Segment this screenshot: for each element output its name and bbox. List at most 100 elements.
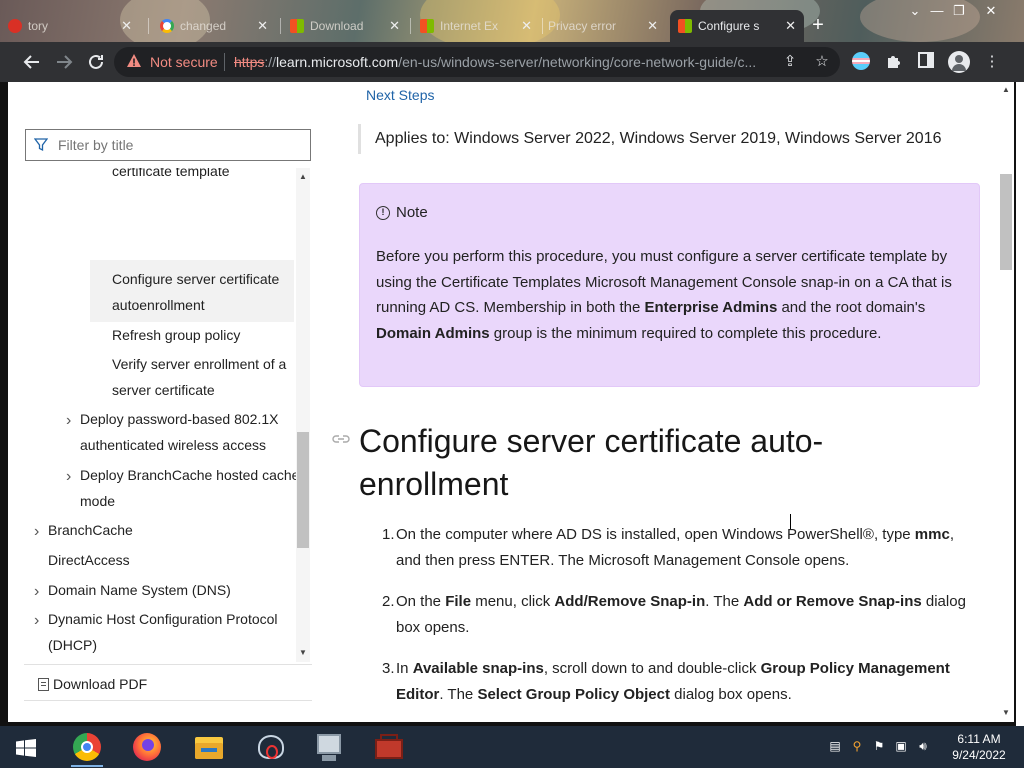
toolbox-app-icon[interactable] <box>372 731 406 763</box>
step-bold: Select Group Policy Object <box>477 686 670 703</box>
tab-close-icon[interactable]: ✕ <box>647 18 658 34</box>
toc-item[interactable]: autoenrollment <box>112 292 205 318</box>
page-scrollbar[interactable]: ▲ ▼ <box>998 82 1014 722</box>
browser-tab[interactable]: changed ✕ <box>152 10 276 42</box>
next-steps-link[interactable]: Next Steps <box>366 87 434 103</box>
filter-input[interactable] <box>58 136 298 154</box>
back-button[interactable] <box>20 50 44 74</box>
note-body: Before you perform this procedure, you m… <box>376 244 966 346</box>
heading-link-icon[interactable] <box>332 433 350 445</box>
toc-item[interactable]: Domain Name System (DNS) <box>48 577 231 603</box>
tab-close-icon[interactable]: ✕ <box>121 18 132 34</box>
minimize-button[interactable]: — <box>926 2 948 20</box>
microsoft-logo-icon <box>290 19 304 33</box>
document-icon <box>38 677 49 691</box>
bookmark-star-icon[interactable]: ☆ <box>812 52 832 72</box>
device-icon[interactable]: ▤ <box>828 738 842 754</box>
toc-item[interactable]: Verify server enrollment of a <box>112 351 286 377</box>
step-text: . The <box>705 593 744 610</box>
scroll-up-arrow-icon[interactable]: ▲ <box>298 172 308 181</box>
download-pdf-link[interactable]: Download PDF <box>38 676 147 692</box>
toc-filter[interactable] <box>25 129 311 161</box>
list-item: 2. On the File menu, click Add/Remove Sn… <box>358 589 978 641</box>
scroll-up-arrow-icon[interactable]: ▲ <box>1001 85 1011 94</box>
note-bold: Domain Admins <box>376 324 490 342</box>
url-text[interactable]: https://learn.microsoft.com/en-us/window… <box>234 54 774 70</box>
tab-close-icon[interactable]: ✕ <box>389 18 400 34</box>
toc-item[interactable]: Deploy password-based 802.1X <box>80 406 278 432</box>
share-icon[interactable]: ⇪ <box>780 52 800 72</box>
url-host: learn.microsoft.com <box>276 54 399 70</box>
close-window-button[interactable]: ✕ <box>980 2 1002 20</box>
page-scrollbar-thumb[interactable] <box>1000 174 1012 270</box>
forward-button[interactable] <box>52 50 76 74</box>
tab-title: changed <box>180 19 227 33</box>
chevron-right-icon[interactable]: › <box>66 412 71 430</box>
chevron-right-icon[interactable]: › <box>34 583 39 601</box>
menu-kebab-icon[interactable]: ⋮ <box>982 52 1002 72</box>
chevron-right-icon[interactable]: › <box>34 612 39 630</box>
step-number: 3. <box>382 660 395 677</box>
snipping-tool-app-icon[interactable] <box>254 731 288 763</box>
reload-button[interactable] <box>84 50 108 74</box>
toc-item[interactable]: Dynamic Host Configuration Protocol <box>48 606 278 632</box>
download-pdf-label: Download PDF <box>53 676 148 692</box>
tab-search-icon[interactable]: ⌄ <box>904 2 926 20</box>
toc-scrollbar[interactable]: ▲ ▼ <box>296 168 310 662</box>
note-header: ! Note <box>376 204 428 221</box>
toc-item[interactable]: authenticated wireless access <box>80 432 266 458</box>
toc-item[interactable]: mode <box>80 488 115 514</box>
toc-item[interactable]: Deploy BranchCache hosted cache <box>80 462 299 488</box>
extension-flag-icon[interactable] <box>852 52 872 72</box>
windows-start-icon[interactable] <box>16 739 36 757</box>
scroll-down-arrow-icon[interactable]: ▼ <box>1001 708 1011 717</box>
toc-item[interactable]: Configure server certificate <box>112 266 279 292</box>
toc-item[interactable]: server certificate <box>112 377 215 403</box>
firefox-app-icon[interactable] <box>130 731 164 763</box>
file-explorer-app-icon[interactable] <box>192 731 226 763</box>
browser-tab[interactable]: Download ✕ <box>282 10 408 42</box>
chrome-app-icon[interactable] <box>70 731 104 767</box>
warning-icon[interactable] <box>126 53 142 69</box>
extensions-puzzle-icon[interactable] <box>884 52 904 72</box>
not-secure-label[interactable]: Not secure <box>150 54 218 70</box>
clock-date: 9/24/2022 <box>952 748 1006 762</box>
step-bold: Add or Remove Snap-ins <box>743 593 922 610</box>
tab-close-icon[interactable]: ✕ <box>257 18 268 34</box>
volume-icon[interactable]: 🔊︎ <box>916 738 930 754</box>
step-number: 1. <box>382 526 395 543</box>
browser-tab-active[interactable]: Configure s ✕ <box>670 10 804 42</box>
chevron-right-icon[interactable]: › <box>34 523 39 541</box>
restore-button[interactable]: ❐ <box>948 2 970 20</box>
url-protocol: https <box>234 54 265 70</box>
search-magnifier-icon[interactable]: ⚲ <box>850 738 864 754</box>
system-clock[interactable]: 6:11 AM 9/24/2022 <box>940 731 1018 763</box>
filter-funnel-icon <box>34 138 48 152</box>
toc-scrollbar-thumb[interactable] <box>297 432 309 548</box>
divider <box>24 664 312 665</box>
toc-item[interactable]: certificate template <box>112 168 230 184</box>
browser-tab[interactable]: Internet Ex ✕ <box>412 10 540 42</box>
toc-item[interactable]: BranchCache <box>48 517 133 543</box>
new-tab-button[interactable]: + <box>808 15 828 36</box>
side-panel-icon[interactable] <box>916 52 936 72</box>
tab-close-icon[interactable]: ✕ <box>521 18 532 34</box>
tab-close-icon[interactable]: ✕ <box>785 18 796 34</box>
browser-tab[interactable]: tory ✕ <box>0 10 140 42</box>
flag-icon[interactable]: ⚑ <box>872 738 886 754</box>
toc-item[interactable]: Refresh group policy <box>112 322 240 348</box>
section-heading: Configure server certificate auto-enroll… <box>359 423 824 502</box>
computer-app-icon[interactable] <box>312 731 346 763</box>
toc-item[interactable]: Extensible Authentication Protocol (EAP) <box>48 661 301 662</box>
toc-item[interactable]: DirectAccess <box>48 547 130 573</box>
profile-avatar-icon[interactable] <box>948 51 970 73</box>
browser-tab[interactable]: Privacy error ✕ <box>540 10 666 42</box>
chevron-right-icon[interactable]: › <box>66 468 71 486</box>
step-bold: File <box>445 593 472 610</box>
address-bar[interactable]: Not secure https://learn.microsoft.com/e… <box>114 47 840 77</box>
divider <box>24 700 312 701</box>
note-bold: Enterprise Admins <box>644 299 778 316</box>
network-icon[interactable]: ▣ <box>894 738 908 754</box>
scroll-down-arrow-icon[interactable]: ▼ <box>298 648 308 657</box>
toc-item[interactable]: (DHCP) <box>48 632 97 658</box>
